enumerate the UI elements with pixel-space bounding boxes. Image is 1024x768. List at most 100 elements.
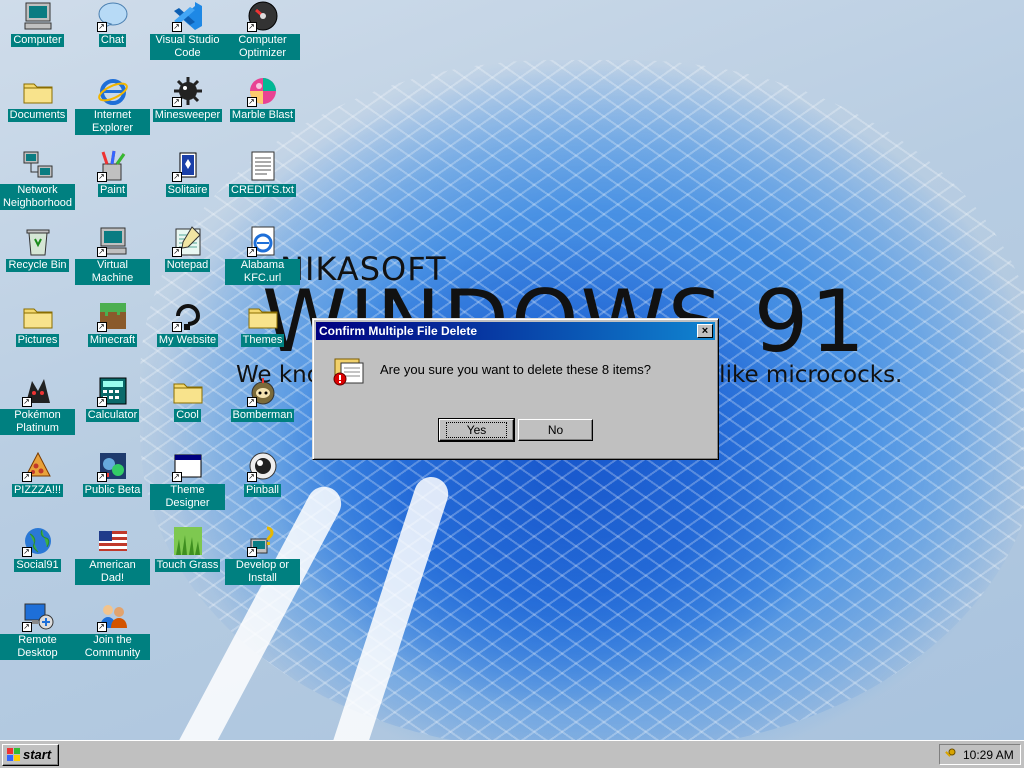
desktop-icon-label: Public Beta	[82, 484, 143, 497]
desktop-icon-label: Cool	[174, 409, 201, 422]
dialog-title-bar[interactable]: Confirm Multiple File Delete ×	[316, 322, 715, 340]
folder-icon	[22, 300, 54, 332]
desktop-icon-label: Documents	[7, 109, 68, 122]
desktop-icon-label: Join the Community	[75, 634, 150, 660]
shortcut-arrow-icon: ↗	[171, 22, 182, 32]
desktop-icon[interactable]: ↗ Marble Blast	[225, 75, 300, 122]
yes-button[interactable]: Yes	[438, 418, 515, 442]
desktop-icon[interactable]: ↗ Visual Studio Code	[150, 0, 225, 60]
calculator-icon: ↗	[96, 375, 129, 407]
desktop-icon[interactable]: Documents	[0, 75, 75, 122]
computer-icon	[22, 0, 54, 32]
desktop-icon[interactable]: ↗ PIZZZA!!!	[0, 450, 75, 497]
computer-icon: ↗	[96, 225, 129, 257]
pokemon-icon: ↗	[21, 375, 54, 407]
desktop-icon[interactable]: ↗ Paint	[75, 150, 150, 197]
paint-icon: ↗	[96, 150, 129, 182]
desktop-icon-label: Virtual Machine	[75, 259, 150, 285]
desktop-icon-label: Develop or Install	[225, 559, 300, 585]
vscode-icon: ↗	[171, 0, 204, 32]
delete-files-icon	[331, 353, 367, 389]
shortcut-arrow-icon: ↗	[171, 322, 182, 332]
desktop-icon[interactable]: ↗ Pinball	[225, 450, 300, 497]
desktop-icon[interactable]: ↗ Develop or Install	[225, 525, 300, 585]
desktop-icon[interactable]: ↗ Solitaire	[150, 150, 225, 197]
desktop-icon[interactable]: ↗ Social91	[0, 525, 75, 572]
close-button[interactable]: ×	[697, 324, 713, 338]
desktop-icon[interactable]: ↗ Minecraft	[75, 300, 150, 347]
shortcut-arrow-icon: ↗	[96, 622, 107, 632]
website-icon: ↗	[171, 300, 204, 332]
desktop-icon[interactable]: Themes	[225, 300, 300, 347]
desktop-icon[interactable]: ↗ Remote Desktop	[0, 600, 75, 660]
dialog-message: Are you sure you want to delete these 8 …	[380, 362, 651, 377]
desktop-icon[interactable]: Cool	[150, 375, 225, 422]
cards-icon: ↗	[171, 150, 204, 182]
confirm-delete-dialog: Confirm Multiple File Delete × Are you s…	[312, 318, 719, 460]
remote-desktop-icon: ↗	[21, 600, 54, 632]
grass-block-icon: ↗	[96, 300, 129, 332]
desktop-icon[interactable]: ↗ Join the Community	[75, 600, 150, 660]
desktop-icon-label: Theme Designer	[150, 484, 225, 510]
desktop-icon[interactable]: Network Neighborhood	[0, 150, 75, 210]
desktop-icon-label: Marble Blast	[229, 109, 296, 122]
desktop-icon[interactable]: ↗ Pokémon Platinum	[0, 375, 75, 435]
desktop-icon[interactable]: American Dad!	[75, 525, 150, 585]
clock[interactable]: 10:29 AM	[963, 748, 1014, 762]
desktop-icon-label: Calculator	[85, 409, 140, 422]
desktop-icon-label: Bomberman	[230, 409, 295, 422]
desktop-icon-label: Social91	[14, 559, 61, 572]
start-label: start	[23, 747, 52, 762]
no-button[interactable]: No	[518, 419, 593, 441]
shortcut-arrow-icon: ↗	[246, 97, 257, 107]
desktop-icon-label: Chat	[98, 34, 127, 47]
windows-logo-icon	[7, 748, 21, 762]
desktop-icon-label: Pictures	[15, 334, 60, 347]
desktop-icon-label: Network Neighborhood	[0, 184, 75, 210]
desktop-icon[interactable]: Computer	[0, 0, 75, 47]
notepad-icon: ↗	[171, 225, 204, 257]
desktop-icon[interactable]: ↗ My Website	[150, 300, 225, 347]
chat-bubble-icon: ↗	[96, 0, 129, 32]
desktop-icon[interactable]: ↗ Public Beta	[75, 450, 150, 497]
desktop-icon[interactable]: ↗ Bomberman	[225, 375, 300, 422]
shortcut-arrow-icon: ↗	[96, 22, 107, 32]
desktop-icon[interactable]: Pictures	[0, 300, 75, 347]
mine-icon: ↗	[171, 75, 204, 107]
shortcut-arrow-icon: ↗	[246, 547, 257, 557]
desktop-icon-label: Paint	[97, 184, 128, 197]
desktop-icon[interactable]: ↗ Virtual Machine	[75, 225, 150, 285]
desktop-icon[interactable]: CREDITS.txt	[225, 150, 300, 197]
desktop-icon[interactable]: ↗ Notepad	[150, 225, 225, 272]
shortcut-arrow-icon: ↗	[171, 472, 182, 482]
shortcut-arrow-icon: ↗	[246, 22, 257, 32]
desktop[interactable]: NIKASOFT WINDOWS 91 We know what we're d…	[0, 0, 1024, 740]
shortcut-arrow-icon: ↗	[21, 547, 32, 557]
window-icon: ↗	[171, 450, 204, 482]
desktop-icon[interactable]: ↗ Calculator	[75, 375, 150, 422]
desktop-icon-label: Minecraft	[87, 334, 138, 347]
desktop-icon[interactable]: ↗ Chat	[75, 0, 150, 47]
desktop-icon-label: Themes	[240, 334, 285, 347]
text-file-icon	[247, 150, 279, 182]
desktop-icon-label: Recycle Bin	[6, 259, 69, 272]
desktop-icon[interactable]: Recycle Bin	[0, 225, 75, 272]
folder-icon	[22, 75, 54, 107]
shortcut-arrow-icon: ↗	[96, 472, 107, 482]
desktop-icon[interactable]: ↗ Minesweeper	[150, 75, 225, 122]
start-button[interactable]: start	[2, 744, 59, 766]
desktop-icon-label: Remote Desktop	[0, 634, 75, 660]
shortcut-arrow-icon: ↗	[21, 622, 32, 632]
desktop-icon[interactable]: ↗ Theme Designer	[150, 450, 225, 510]
desktop-icon[interactable]: Touch Grass	[150, 525, 225, 572]
desktop-icon[interactable]: ↗ Computer Optimizer	[225, 0, 300, 60]
desktop-icon-label: Minesweeper	[152, 109, 223, 122]
key-icon[interactable]	[944, 748, 956, 760]
grass-icon	[172, 525, 204, 557]
desktop-icon[interactable]: ↗ Alabama KFC.url	[225, 225, 300, 285]
shortcut-arrow-icon: ↗	[96, 172, 107, 182]
desktop-icon[interactable]: Internet Explorer	[75, 75, 150, 135]
desktop-icon-label: Solitaire	[165, 184, 210, 197]
url-icon: ↗	[246, 225, 279, 257]
desktop-icon-label: Notepad	[164, 259, 211, 272]
